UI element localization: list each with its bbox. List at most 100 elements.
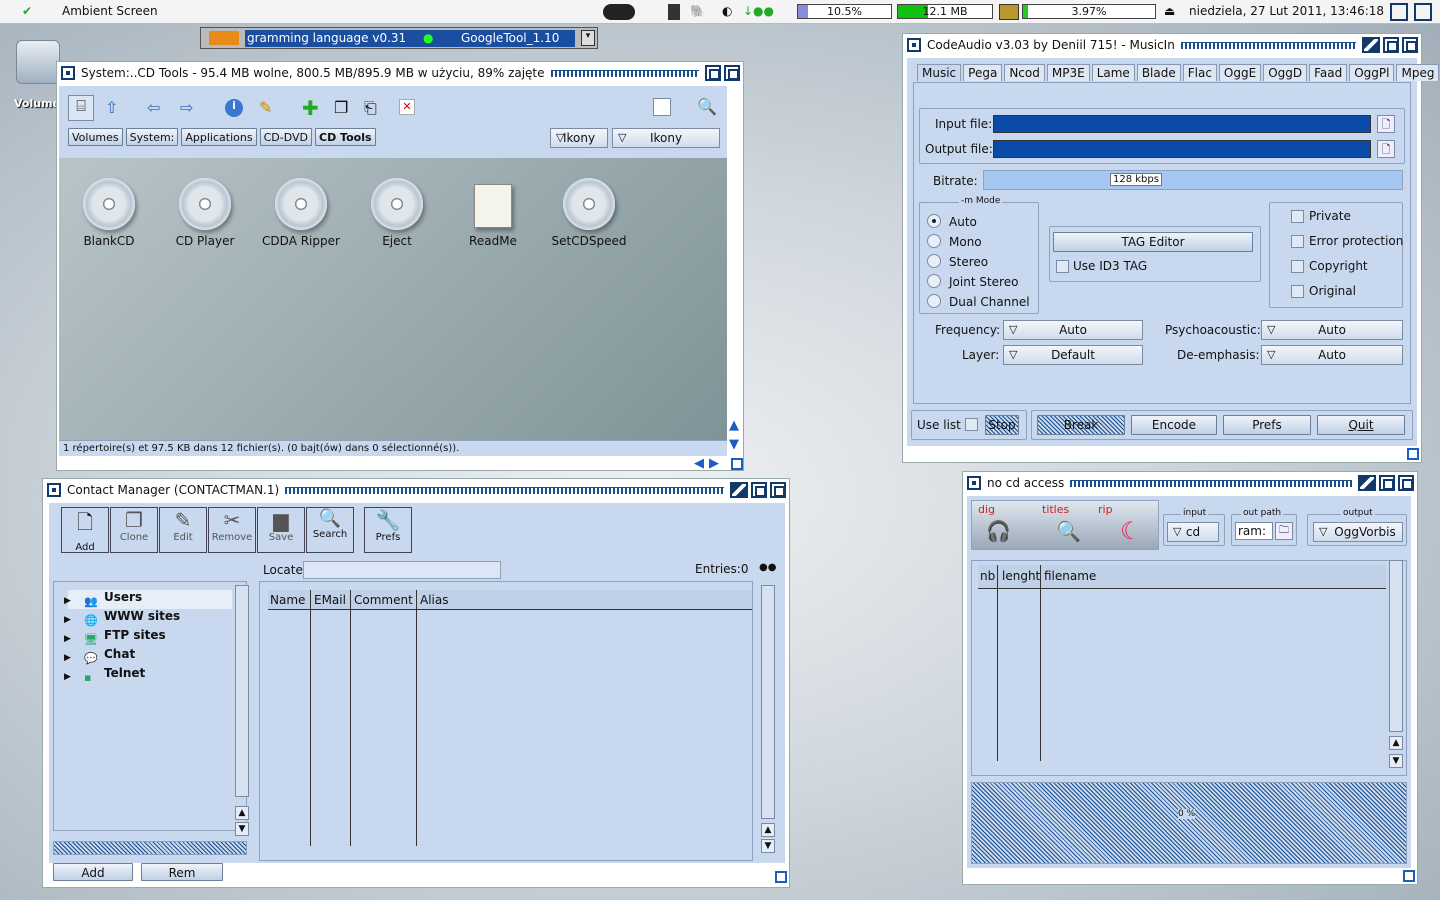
forward-icon[interactable]: ⇨: [180, 98, 193, 117]
tree-scroll-up-icon[interactable]: ▲: [235, 806, 249, 820]
icon-setcdspeed[interactable]: SetCDSpeed: [541, 178, 637, 248]
dock-dropdown-icon[interactable]: ▾: [581, 30, 595, 46]
mode-auto-radio[interactable]: [927, 214, 941, 228]
mode-stereo-radio[interactable]: [927, 254, 941, 268]
iconify-icon[interactable]: [751, 482, 767, 498]
iconify-icon[interactable]: [1383, 37, 1399, 53]
icon-blankcd[interactable]: BlankCD: [61, 178, 157, 248]
col-alias[interactable]: Alias: [420, 593, 448, 607]
add-button[interactable]: 🗋 Add: [61, 507, 109, 553]
private-checkbox[interactable]: [1291, 210, 1304, 223]
mode-joint-radio[interactable]: [927, 274, 941, 288]
eject-icon[interactable]: ⏏: [1164, 4, 1175, 18]
list-scrollbar[interactable]: [761, 585, 775, 819]
tracks-scroll-up-icon[interactable]: ▲: [1389, 736, 1403, 750]
remove-entry-button[interactable]: Rem: [141, 863, 223, 881]
encode-button[interactable]: Encode: [1131, 415, 1217, 435]
tab-ncod[interactable]: Ncod: [1004, 64, 1045, 81]
tracks-scroll-down-icon[interactable]: ▼: [1389, 754, 1403, 768]
depth-icon[interactable]: [770, 482, 786, 498]
tag-editor-button[interactable]: TAG Editor: [1053, 232, 1253, 252]
codeaudio-titlebar[interactable]: CodeAudio v3.03 by Deniil 715! - MusicIn: [903, 34, 1421, 56]
iconify-icon[interactable]: [1379, 475, 1395, 491]
mode-dual-radio[interactable]: [927, 294, 941, 308]
path-cd-dvd[interactable]: CD-DVD: [259, 128, 312, 146]
tab-titles[interactable]: titles: [1042, 503, 1069, 516]
system-titlebar[interactable]: System:..CD Tools - 95.4 MB wolne, 800.5…: [57, 62, 743, 84]
tab-oggpl[interactable]: OggPl: [1349, 64, 1395, 81]
iconify-icon[interactable]: [705, 65, 721, 81]
input-file-field[interactable]: [993, 115, 1371, 133]
use-id3-checkbox[interactable]: [1056, 260, 1069, 273]
search-button[interactable]: 🔍 Search: [306, 507, 354, 553]
tab-oggd[interactable]: OggD: [1263, 64, 1308, 81]
resize-icon[interactable]: [1407, 448, 1419, 460]
stop-button[interactable]: Stop: [985, 415, 1019, 435]
icon-eject[interactable]: Eject: [349, 178, 445, 248]
sort-mode-select[interactable]: Ikony: [612, 128, 720, 148]
depth-icon[interactable]: [1402, 37, 1418, 53]
outpath-input[interactable]: ram:: [1235, 522, 1273, 540]
tab-faad[interactable]: Faad: [1309, 64, 1348, 81]
break-button[interactable]: Break: [1037, 415, 1125, 435]
col-email[interactable]: EMail: [314, 593, 346, 607]
tree-balance-bar[interactable]: [53, 841, 247, 855]
depth-icon[interactable]: [1398, 475, 1414, 491]
list-scroll-up-icon[interactable]: ▲: [761, 823, 775, 837]
tab-music[interactable]: Music: [917, 64, 962, 81]
tab-ogge[interactable]: OggE: [1218, 64, 1262, 81]
paste-icon[interactable]: ⎗: [364, 98, 377, 118]
scroll-down-icon[interactable]: ▼: [729, 437, 739, 452]
search-icon[interactable]: 🔍: [697, 97, 717, 116]
tab-mp3e[interactable]: MP3E: [1046, 64, 1090, 81]
butterfly-volume-icon[interactable]: [16, 40, 60, 84]
resize-icon[interactable]: [1403, 870, 1415, 882]
frequency-select[interactable]: Auto: [1003, 320, 1143, 340]
icon-cd-player[interactable]: CD Player: [157, 178, 253, 248]
tree-scrollbar[interactable]: [235, 585, 249, 797]
psychoacoustic-select[interactable]: Auto: [1261, 320, 1403, 340]
quit-button[interactable]: Quit: [1317, 415, 1405, 435]
prefs-button[interactable]: Prefs: [1223, 415, 1311, 435]
error-protection-checkbox[interactable]: [1291, 235, 1304, 248]
add-entry-button[interactable]: Add: [53, 863, 133, 881]
drag-bar[interactable]: [1180, 41, 1356, 49]
list-scroll-down-icon[interactable]: ▼: [761, 839, 775, 853]
scroll-right-icon[interactable]: ▶: [709, 456, 719, 471]
vertical-scroll[interactable]: [729, 158, 743, 440]
use-list-checkbox[interactable]: [965, 418, 978, 431]
path-volumes[interactable]: Volumes: [68, 128, 123, 146]
path-applications[interactable]: Applications: [181, 128, 257, 146]
tree-scroll-down-icon[interactable]: ▼: [235, 822, 249, 836]
folder-icon[interactable]: 🗀: [1275, 522, 1293, 540]
info-icon[interactable]: i: [225, 99, 243, 117]
deemphasis-select[interactable]: Auto: [1261, 345, 1403, 365]
path-cd-tools[interactable]: CD Tools: [315, 128, 376, 146]
drag-bar[interactable]: [1070, 479, 1352, 487]
col-filename[interactable]: filename: [1044, 569, 1096, 583]
close-icon[interactable]: [907, 38, 921, 52]
file-requester-icon[interactable]: 🗋: [1377, 140, 1395, 158]
copyright-checkbox[interactable]: [1291, 260, 1304, 273]
resize-icon[interactable]: [731, 458, 743, 470]
icon-readme[interactable]: ReadMe: [445, 178, 541, 248]
tracks-scrollbar[interactable]: [1389, 560, 1403, 732]
app-icon[interactable]: [209, 31, 239, 45]
zoom-icon[interactable]: [730, 482, 748, 498]
icon-cdda-ripper[interactable]: CDDA Ripper: [253, 178, 349, 248]
save-button[interactable]: ▆ Save: [257, 507, 305, 553]
edit-button[interactable]: ✎ Edit: [159, 507, 207, 553]
bitrate-slider[interactable]: 128 kbps: [983, 170, 1403, 190]
prefs-button[interactable]: 🔧 Prefs: [364, 507, 412, 553]
output-select[interactable]: OggVorbis: [1313, 522, 1403, 542]
close-icon[interactable]: [61, 66, 75, 80]
tab-rip[interactable]: rip: [1098, 503, 1113, 516]
ambient-logo-icon[interactable]: ✔: [22, 4, 32, 18]
original-checkbox[interactable]: [1291, 285, 1304, 298]
back-icon[interactable]: ⇦: [147, 98, 160, 117]
tab-dig[interactable]: dig: [978, 503, 995, 516]
depth-icon[interactable]: [724, 65, 740, 81]
tab-lame[interactable]: Lame: [1091, 64, 1135, 81]
clone-button[interactable]: ❐ Clone: [110, 507, 158, 553]
tab-pega[interactable]: Pega: [963, 64, 1003, 81]
